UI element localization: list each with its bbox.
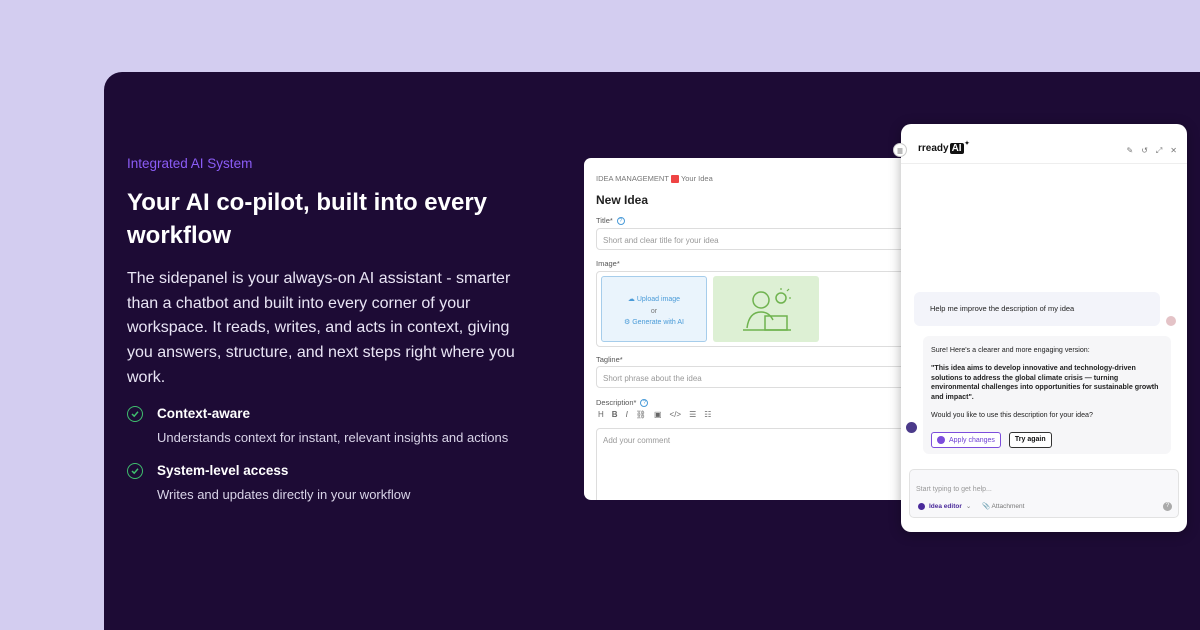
hero-body: The sidepanel is your always-on AI assis… xyxy=(127,270,515,386)
ai-sparkle-icon xyxy=(937,436,945,444)
ai-sidepanel: rready AI ✦ ✎ ↺ ⤢ ✕ Help me improve the d… xyxy=(901,124,1187,532)
idea-editor-icon xyxy=(918,502,925,510)
mode-selector[interactable]: Idea editor ⌄ xyxy=(918,502,971,510)
generated-image-thumbnail[interactable] xyxy=(713,276,819,342)
breadcrumb-section[interactable]: IDEA MANAGEMENT xyxy=(596,174,669,183)
generate-ai-link[interactable]: ⚙ Generate with AI xyxy=(602,317,706,329)
tagline-label: Tagline* xyxy=(596,355,623,364)
help-icon[interactable]: ? xyxy=(616,216,625,225)
attachment-label: Attachment xyxy=(991,503,1025,510)
hero-panel: Integrated AI System Your AI co-pilot, b… xyxy=(104,72,1200,630)
user-message: Help me improve the description of my id… xyxy=(914,292,1160,326)
or-label: or xyxy=(650,307,658,315)
feature-description: Writes and updates directly in your work… xyxy=(157,487,411,502)
assistant-avatar xyxy=(906,422,917,433)
generate-label: Generate with AI xyxy=(632,319,684,326)
apply-changes-button[interactable]: Apply changes xyxy=(931,432,1001,448)
help-icon[interactable]: ? xyxy=(640,398,649,407)
close-icon[interactable]: ✕ xyxy=(1170,146,1177,156)
eyebrow-label: Integrated AI System xyxy=(127,156,253,171)
try-again-button[interactable]: Try again xyxy=(1008,432,1052,448)
image-field: ☁ Upload image or ⚙ Generate with AI xyxy=(596,271,924,347)
header-actions: ✎ ↺ ⤢ ✕ xyxy=(1126,146,1177,156)
numbered-list-icon[interactable]: ☷ xyxy=(704,410,711,419)
assistant-suggestion: "This idea aims to develop innovative an… xyxy=(931,363,1159,402)
logo-text: rready xyxy=(918,143,949,154)
breadcrumb-page: Your Idea xyxy=(680,174,713,183)
chevron-down-icon: ⌄ xyxy=(965,503,972,510)
upload-image-link[interactable]: ☁ Upload image xyxy=(602,294,706,306)
image-icon[interactable]: ▣ xyxy=(654,410,662,419)
upload-image-dropzone[interactable]: ☁ Upload image or ⚙ Generate with AI xyxy=(601,276,707,342)
idea-icon xyxy=(670,174,679,183)
tagline-input[interactable]: Short phrase about the idea xyxy=(596,366,924,388)
suggestion-actions: Apply changes Try again xyxy=(931,432,1052,448)
rich-text-toolbar: H B I ⛓ ▣ </> ☰ ☷ xyxy=(598,410,711,419)
sidepanel-header: rready AI ✦ ✎ ↺ ⤢ ✕ xyxy=(901,124,1187,164)
title-input[interactable]: Short and clear title for your idea xyxy=(596,228,924,250)
sparkle-icon: ✦ xyxy=(964,141,970,147)
chat-composer[interactable]: Start typing to get help... Idea editor … xyxy=(909,469,1179,518)
feature-description: Understands context for instant, relevan… xyxy=(157,430,509,445)
attachment-button[interactable]: 📎 Attachment xyxy=(982,502,1024,510)
logo-ai-badge: AI xyxy=(949,143,964,154)
feature-title: Context-aware xyxy=(157,406,251,421)
person-lightbulb-illustration xyxy=(743,288,791,331)
idea-form-card: IDEA MANAGEMENT Your Idea New Idea Title… xyxy=(584,158,924,500)
history-icon[interactable]: ↺ xyxy=(1141,146,1148,156)
help-icon[interactable]: ? xyxy=(1163,502,1172,511)
composer-input[interactable]: Start typing to get help... xyxy=(916,486,992,493)
new-chat-icon[interactable]: ✎ xyxy=(1126,146,1133,156)
image-label: Image* xyxy=(596,259,620,268)
link-icon[interactable]: ⛓ xyxy=(636,410,646,419)
hero-headline: Your AI co-pilot, built into every workf… xyxy=(127,189,488,249)
description-label-text: Description* xyxy=(596,398,637,407)
assistant-message: Sure! Here's a clearer and more engaging… xyxy=(923,336,1171,454)
upload-label: Upload image xyxy=(636,296,681,303)
check-circle-icon xyxy=(127,406,143,422)
title-label-text: Title* xyxy=(596,216,613,225)
user-avatar xyxy=(1166,316,1176,326)
bullet-list-icon[interactable]: ☰ xyxy=(689,410,696,419)
breadcrumb: IDEA MANAGEMENT Your Idea xyxy=(596,174,713,183)
assistant-question: Would you like to use this description f… xyxy=(931,410,1093,419)
check-circle-icon xyxy=(127,463,143,479)
description-textarea[interactable]: Add your comment xyxy=(596,428,924,500)
expand-icon[interactable]: ⤢ xyxy=(1156,146,1162,156)
bold-icon[interactable]: B xyxy=(612,410,618,419)
heading-icon[interactable]: H xyxy=(598,410,604,419)
italic-icon[interactable]: I xyxy=(626,410,628,419)
apply-label: Apply changes xyxy=(949,436,995,444)
rready-ai-logo: rready AI ✦ xyxy=(918,141,970,154)
mode-label: Idea editor xyxy=(929,502,962,510)
description-label: Description* ? xyxy=(596,398,649,407)
sidepanel-menu-icon[interactable] xyxy=(893,143,907,157)
assistant-intro: Sure! Here's a clearer and more engaging… xyxy=(931,346,1090,354)
code-icon[interactable]: </> xyxy=(670,410,682,419)
form-title: New Idea xyxy=(596,193,649,207)
feature-title: System-level access xyxy=(157,463,289,478)
title-label: Title* ? xyxy=(596,216,625,225)
